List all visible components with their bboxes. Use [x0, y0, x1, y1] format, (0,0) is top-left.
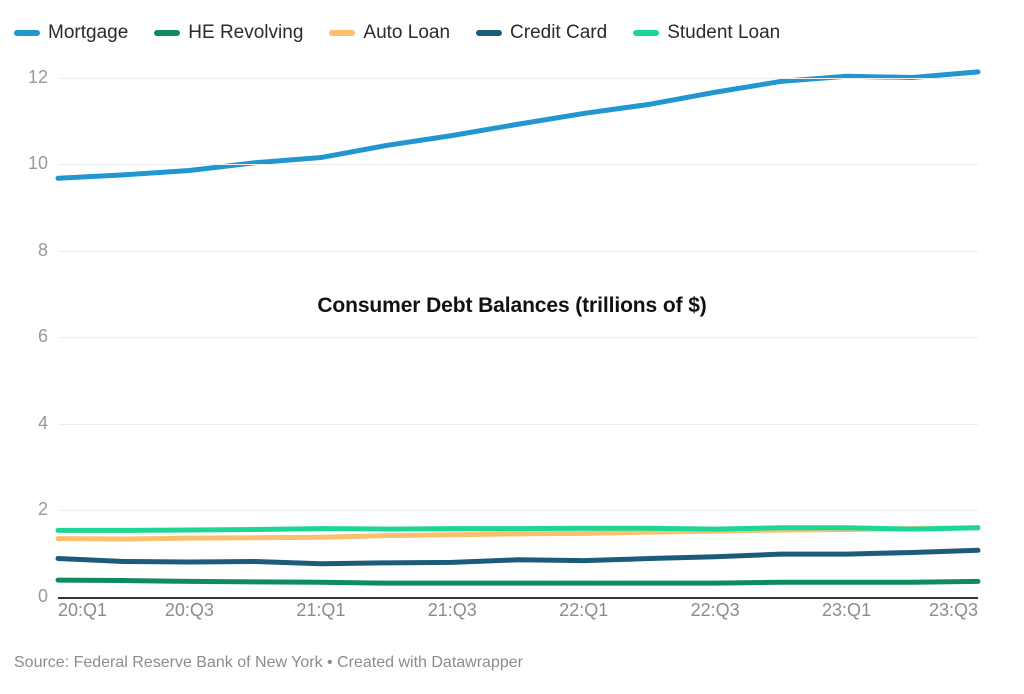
x-axis-tick-label: 21:Q1 — [296, 600, 346, 620]
legend-swatch-icon — [476, 30, 503, 36]
x-axis-tick-label: 23:Q1 — [822, 600, 872, 620]
x-axis-tick-label: 23:Q3 — [928, 600, 978, 620]
gridline — [58, 510, 978, 512]
gridline — [58, 250, 978, 252]
chart-area: 0 2 4 6 8 10 12 20:Q1 20:Q3 21:Q1 21:Q3 22:Q1 22:Q3 2… — [0, 52, 1024, 620]
legend-item-he-revolving[interactable]: HE Revolving — [154, 23, 303, 43]
legend-item-label: Credit Card — [510, 22, 608, 43]
y-axis-tick-label: 2 — [37, 499, 48, 520]
chart-page: Mortgage HE Revolving Auto Loan Credit Card… — [0, 0, 1024, 694]
legend-swatch-icon — [14, 30, 40, 36]
x-axis-tick-label: 22:Q3 — [690, 600, 740, 620]
legend-item-mortgage[interactable]: Mortgage — [14, 23, 128, 43]
legend-item-label: Auto Loan — [363, 22, 451, 43]
series-line-credit-card — [55, 547, 981, 567]
chart-title: Consumer Debt Balances (trillions of $) — [317, 294, 707, 317]
y-axis-tick-label: 6 — [37, 326, 48, 347]
x-axis-tick-label: 20:Q1 — [58, 600, 108, 620]
legend-swatch-icon — [154, 30, 181, 36]
legend-item-auto-loan[interactable]: Auto Loan — [329, 23, 450, 43]
chart-source-note: Source: Federal Reserve Bank of New York… — [14, 654, 523, 671]
y-axis-tick-label: 0 — [37, 586, 48, 606]
gridline — [58, 423, 978, 425]
legend-swatch-icon — [633, 30, 660, 36]
y-axis-tick-label: 12 — [27, 66, 48, 87]
gridline — [58, 77, 978, 79]
y-axis-tick-label: 8 — [37, 239, 48, 260]
axis-zero-line — [58, 597, 978, 599]
gridline — [58, 164, 978, 166]
y-axis-tick-label: 4 — [37, 412, 48, 433]
legend-item-credit-card[interactable]: Credit Card — [476, 23, 607, 43]
legend-item-label: Student Loan — [667, 22, 781, 43]
y-axis-tick-label: 10 — [27, 153, 48, 174]
x-axis-tick-label: 20:Q3 — [164, 600, 214, 620]
series-lines — [55, 69, 981, 586]
x-axis-tick-label: 21:Q3 — [427, 600, 477, 620]
legend-item-label: Mortgage — [48, 22, 129, 43]
gridline — [58, 337, 978, 339]
series-line-he-revolving — [55, 577, 981, 586]
legend-item-student-loan[interactable]: Student Loan — [633, 23, 780, 43]
legend-item-label: HE Revolving — [188, 22, 304, 43]
series-line-student-loan — [55, 525, 981, 533]
chart-legend: Mortgage HE Revolving Auto Loan Credit Card… — [14, 19, 1010, 47]
legend-swatch-icon — [329, 30, 356, 36]
plot-area: 0 2 4 6 8 10 12 20:Q1 20:Q3 21:Q1 21:Q3 22:Q1 22:Q3 2… — [28, 52, 981, 620]
x-axis-tick-label: 22:Q1 — [559, 600, 609, 620]
series-line-mortgage — [55, 69, 981, 181]
